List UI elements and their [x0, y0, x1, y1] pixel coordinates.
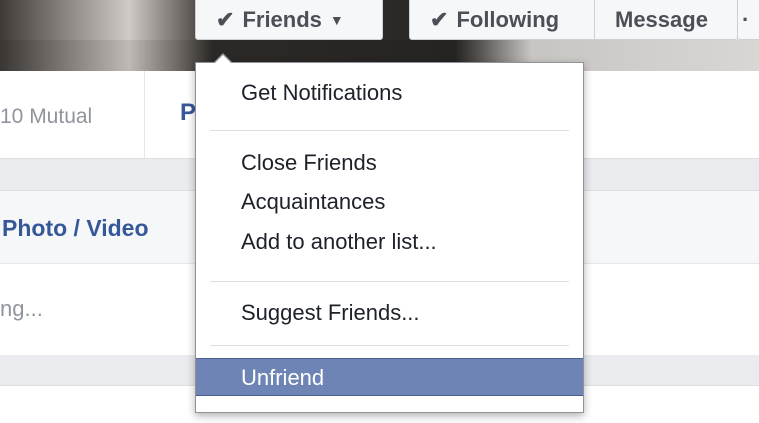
composer-placeholder[interactable]: ng...: [0, 296, 43, 322]
menu-item-unfriend[interactable]: Unfriend: [196, 358, 583, 396]
menu-arrow-inner: [214, 55, 232, 64]
friends-button-label: Friends: [242, 7, 322, 32]
nav-tab-partial[interactable]: P: [180, 99, 196, 127]
check-icon: ✔: [430, 7, 449, 32]
menu-item-close-friends[interactable]: Close Friends: [196, 144, 583, 182]
more-icon: ·: [742, 7, 750, 32]
friends-dropdown-menu: Get Notifications Close Friends Acquaint…: [195, 53, 584, 413]
menu-item-suggest-friends[interactable]: Suggest Friends...: [196, 294, 583, 332]
friends-button[interactable]: ✔ Friends ▼: [195, 0, 383, 40]
following-button[interactable]: ✔ Following: [409, 0, 595, 40]
photo-video-tab[interactable]: Photo / Video: [2, 215, 149, 242]
message-button[interactable]: Message: [594, 0, 738, 40]
menu-item-add-to-list[interactable]: Add to another list...: [196, 223, 583, 261]
more-button[interactable]: ·: [737, 0, 759, 40]
menu-separator: [210, 345, 569, 346]
following-button-label: Following: [456, 7, 560, 32]
nav-divider: [144, 71, 145, 158]
check-icon: ✔: [216, 7, 235, 32]
menu-separator: [210, 281, 569, 282]
menu-item-get-notifications[interactable]: Get Notifications: [196, 74, 583, 112]
message-button-label: Message: [615, 7, 708, 32]
menu-separator: [210, 130, 569, 131]
menu-item-acquaintances[interactable]: Acquaintances: [196, 183, 583, 221]
caret-down-icon: ▼: [329, 12, 344, 28]
mutual-friends-count[interactable]: 10 Mutual: [0, 105, 92, 129]
